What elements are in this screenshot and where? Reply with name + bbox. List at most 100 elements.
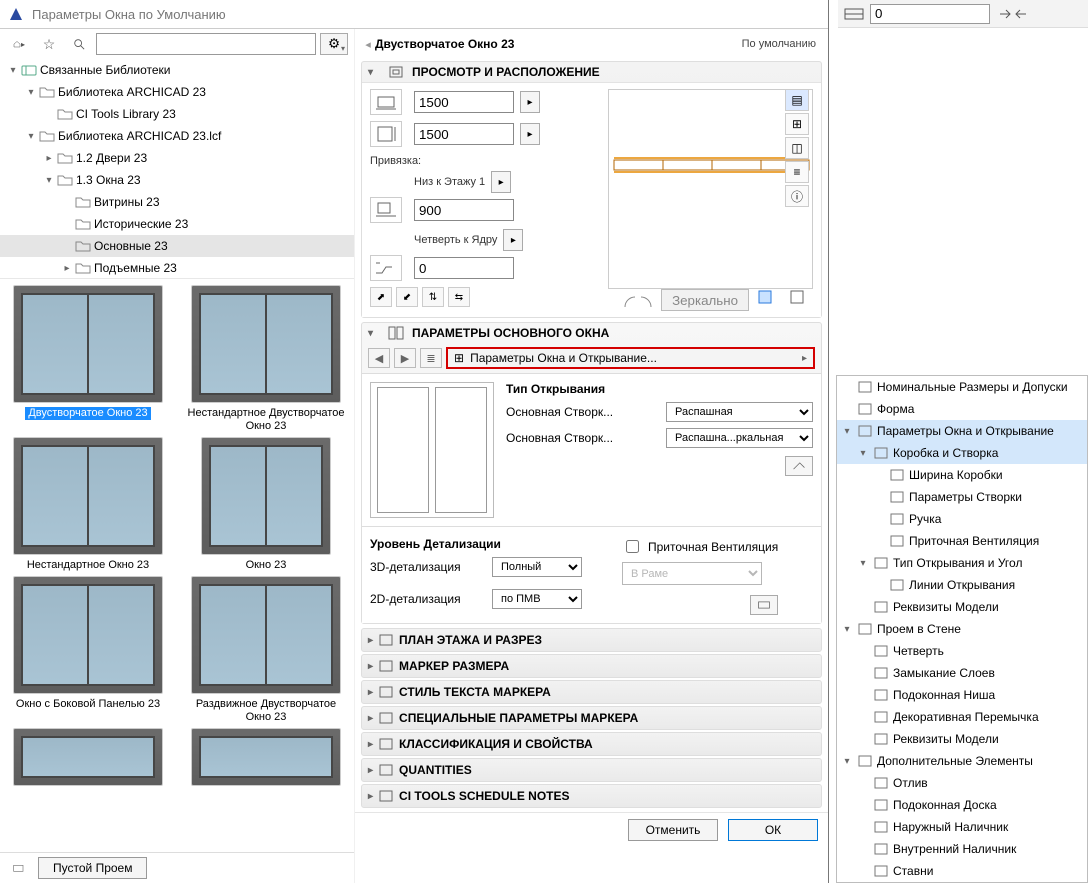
prop2-select[interactable]: Распашна...ркальная — [666, 428, 813, 448]
flip-tool-icon[interactable] — [996, 6, 1030, 22]
accordion-section[interactable]: ▸ МАРКЕР РАЗМЕРА — [361, 654, 822, 678]
section-header[interactable]: ▾ ПРОСМОТР И РАСПОЛОЖЕНИЕ — [362, 62, 821, 82]
breadcrumb-back[interactable]: ◀ — [368, 348, 390, 368]
view-front-icon[interactable] — [757, 289, 781, 311]
tree-item[interactable]: ▾ Библиотека ARCHICAD 23 — [0, 81, 354, 103]
thumbnail[interactable]: Нестандартное Окно 23 — [4, 437, 172, 572]
ok-button[interactable]: ОК — [728, 819, 818, 841]
anchor-mode-3[interactable]: ⇅ — [422, 287, 444, 307]
flyout-item[interactable]: ▾ Дополнительные Элементы — [837, 750, 1087, 772]
flyout-item[interactable]: Ширина Коробки — [837, 464, 1087, 486]
accordion-section[interactable]: ▸ СПЕЦИАЛЬНЫЕ ПАРАМЕТРЫ МАРКЕРА — [361, 706, 822, 730]
anchor-mode-4[interactable]: ⇆ — [448, 287, 470, 307]
flyout-item[interactable]: Внутренний Наличник — [837, 838, 1087, 860]
reveal-input[interactable] — [414, 257, 514, 279]
tree-item[interactable]: ▸ 1.2 Двери 23 — [0, 147, 354, 169]
flyout-item[interactable]: Реквизиты Модели — [837, 728, 1087, 750]
thumbnail[interactable] — [182, 728, 350, 786]
tree-item[interactable]: ▸ Подъемные 23 — [0, 257, 354, 279]
tree-root[interactable]: ▾ Связанные Библиотеки — [0, 59, 354, 81]
tree-item[interactable]: ▾ Библиотека ARCHICAD 23.lcf — [0, 125, 354, 147]
flyout-item[interactable]: Замыкание Слоев — [837, 662, 1087, 684]
flyout-item[interactable]: Линии Открывания — [837, 574, 1087, 596]
height-input[interactable] — [414, 123, 514, 145]
background-dimension-input[interactable] — [870, 4, 990, 24]
flyout-item[interactable]: ▾ Коробка и Створка — [837, 442, 1087, 464]
accordion-section[interactable]: ▸ ПЛАН ЭТАЖА И РАЗРЕЗ — [361, 628, 822, 652]
accordion-section[interactable]: ▸ QUANTITIES — [361, 758, 822, 782]
flyout-item[interactable]: Четверть — [837, 640, 1087, 662]
settings-button[interactable]: ⚙ — [320, 33, 348, 55]
accordion-section[interactable]: ▸ КЛАССИФИКАЦИЯ И СВОЙСТВА — [361, 732, 822, 756]
preview-mode-plan[interactable]: ▤ — [785, 89, 809, 111]
flyout-item[interactable]: ▾ Проем в Стене — [837, 618, 1087, 640]
flyout-label: Приточная Вентиляция — [909, 534, 1039, 548]
flyout-label: Внутренний Наличник — [893, 842, 1016, 856]
preview-mode-section[interactable]: ≡ — [785, 161, 809, 183]
search-button[interactable] — [66, 33, 92, 55]
anchor-mode-2[interactable]: ⬋ — [396, 287, 418, 307]
breadcrumb-list[interactable]: ≣ — [420, 348, 442, 368]
more-options-button[interactable] — [785, 456, 813, 476]
flyout-item[interactable]: Наружный Наличник — [837, 816, 1087, 838]
flyout-label: Форма — [877, 402, 914, 416]
favorite-button[interactable]: ☆ — [36, 33, 62, 55]
thumbnail[interactable]: Окно с Боковой Панелью 23 — [4, 576, 172, 724]
thumbnail[interactable]: Двустворчатое Окно 23 — [4, 285, 172, 433]
flyout-item[interactable]: Подоконная Ниша — [837, 684, 1087, 706]
flyout-item[interactable]: ▾ Тип Открывания и Угол — [837, 552, 1087, 574]
flyout-item[interactable]: Отлив — [837, 772, 1087, 794]
breadcrumb-current[interactable]: ⊞ Параметры Окна и Открывание... ▸ — [446, 347, 815, 369]
preview-info[interactable]: ⓘ — [785, 185, 809, 207]
folder-settings-button[interactable] — [6, 857, 32, 879]
sill-story-picker[interactable]: ▸ — [491, 171, 511, 193]
tree-item[interactable]: Исторические 23 — [0, 213, 354, 235]
search-input[interactable] — [96, 33, 316, 55]
section-main-header[interactable]: ▾ ПАРАМЕТРЫ ОСНОВНОГО ОКНА — [362, 323, 821, 343]
thumbnail[interactable]: Раздвижное Двустворчатое Окно 23 — [182, 576, 350, 724]
preview-mode-elev[interactable]: ⊞ — [785, 113, 809, 135]
tree-item[interactable]: Витрины 23 — [0, 191, 354, 213]
thumbnail[interactable]: Нестандартное Двустворчатое Окно 23 — [182, 285, 350, 433]
tree-item[interactable]: CI Tools Library 23 — [0, 103, 354, 125]
sill-input[interactable] — [414, 199, 514, 221]
prop1-select[interactable]: Распашная — [666, 402, 813, 422]
accordion-section[interactable]: ▸ СТИЛЬ ТЕКСТА МАРКЕРА — [361, 680, 822, 704]
cancel-button[interactable]: Отменить — [628, 819, 718, 841]
reveal-picker[interactable]: ▸ — [503, 229, 523, 251]
flyout-item[interactable]: Декоративная Перемычка — [837, 706, 1087, 728]
height-linked-button[interactable]: ▸ — [520, 123, 540, 145]
tree-item[interactable]: ▾ 1.3 Окна 23 — [0, 169, 354, 191]
anchor-mode-1[interactable]: ⬈ — [370, 287, 392, 307]
tree-item[interactable]: Основные 23 — [0, 235, 354, 257]
flyout-item[interactable]: Номинальные Размеры и Допуски — [837, 376, 1087, 398]
detail-2d-select[interactable]: по ПМВ — [492, 589, 582, 609]
collapse-left-icon[interactable]: ◂ — [361, 35, 375, 53]
width-linked-button[interactable]: ▸ — [520, 91, 540, 113]
home-button[interactable]: ▸ — [6, 33, 32, 55]
flyout-item[interactable]: Реквизиты Модели — [837, 596, 1087, 618]
properties-header: ◂ Двустворчатое Окно 23 По умолчанию — [355, 29, 828, 59]
flyout-item[interactable]: Приточная Вентиляция — [837, 530, 1087, 552]
flyout-item[interactable]: Параметры Створки — [837, 486, 1087, 508]
mirror-button[interactable]: Зеркально — [661, 289, 749, 311]
thumbnail[interactable] — [4, 728, 172, 786]
view-back-icon[interactable] — [789, 289, 813, 311]
flyout-item[interactable]: Ручка — [837, 508, 1087, 530]
flyout-item[interactable]: Форма — [837, 398, 1087, 420]
preview-mode-3d[interactable]: ◫ — [785, 137, 809, 159]
flyout-item[interactable]: ▾ Параметры Окна и Открывание — [837, 420, 1087, 442]
param-flyout-tree[interactable]: Номинальные Размеры и Допуски Форма ▾ Пар… — [836, 375, 1088, 883]
breadcrumb-forward[interactable]: ▶ — [394, 348, 416, 368]
empty-opening-button[interactable]: Пустой Проем — [38, 857, 147, 879]
detail-3d-select[interactable]: Полный — [492, 557, 582, 577]
detail-options-button[interactable] — [750, 595, 778, 615]
thumbnail[interactable]: Окно 23 — [182, 437, 350, 572]
width-input[interactable] — [414, 91, 514, 113]
library-tree[interactable]: ▾ Связанные Библиотеки ▾ Библиотека ARCH… — [0, 59, 354, 279]
accordion-section[interactable]: ▸ CI TOOLS SCHEDULE NOTES — [361, 784, 822, 808]
flyout-item[interactable]: Подоконная Доска — [837, 794, 1087, 816]
flyout-item[interactable]: Ставни — [837, 860, 1087, 882]
opening-flip-icon[interactable] — [623, 291, 653, 309]
vent-checkbox[interactable] — [626, 540, 639, 553]
